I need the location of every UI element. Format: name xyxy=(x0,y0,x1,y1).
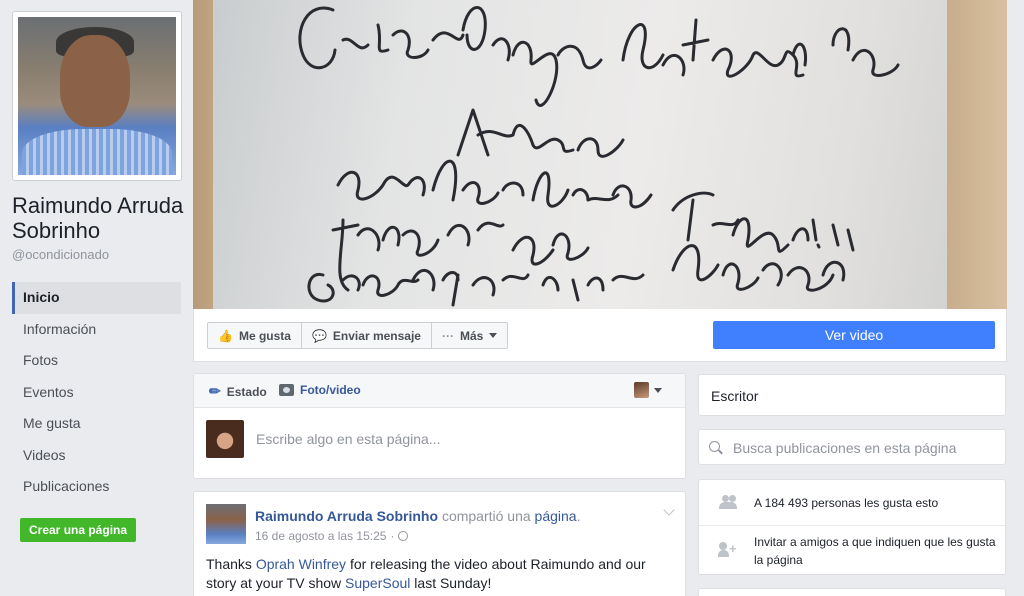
nav-item-inicio[interactable]: Inicio xyxy=(12,282,181,314)
thumbs-up-icon: 👍 xyxy=(218,328,233,343)
invite-friends-label: Invitar a amigos a que indiquen que les … xyxy=(754,535,996,567)
page-handle[interactable]: @ocondicionado xyxy=(12,247,109,262)
tab-status[interactable]: ✏ Estado xyxy=(209,383,267,400)
feed-post: Raimundo Arruda Sobrinho compartió una p… xyxy=(193,491,686,596)
tab-photo-video[interactable]: Foto/video xyxy=(279,383,361,397)
more-button-label: Más xyxy=(459,328,484,343)
more-button[interactable]: ··· Más xyxy=(432,323,507,348)
camera-icon xyxy=(279,384,294,396)
search-icon xyxy=(709,441,720,452)
globe-icon xyxy=(398,531,409,541)
page-title[interactable]: Raimundo Arruda Sobrinho xyxy=(12,193,187,243)
composer-input[interactable]: Escribe algo en esta página... xyxy=(256,431,440,447)
composer-tabs: ✏ Estado Foto/video xyxy=(194,374,685,408)
watch-video-button[interactable]: Ver video xyxy=(713,321,995,349)
create-page-button[interactable]: Crear una página xyxy=(20,518,137,542)
post-timestamp[interactable]: 16 de agosto a las 15:25 xyxy=(255,529,386,543)
post-action-text: compartió una xyxy=(441,508,531,524)
likes-count: A 184 493 personas les gusta esto xyxy=(754,496,939,510)
community-card: A 184 493 personas les gusta esto Invita… xyxy=(698,479,1006,575)
acting-as-avatar[interactable] xyxy=(634,382,649,398)
send-message-button[interactable]: 💬 Enviar mensaje xyxy=(302,323,432,348)
profile-picture[interactable] xyxy=(12,11,182,181)
post-body: Thanks Oprah Winfrey for releasing the v… xyxy=(206,555,676,593)
add-friend-icon xyxy=(718,541,738,558)
page-action-bar: 👍 Me gusta 💬 Enviar mensaje ··· Más Ver … xyxy=(193,309,1007,362)
cover-photo[interactable] xyxy=(193,0,1007,309)
send-message-label: Enviar mensaje xyxy=(332,328,421,343)
avatar xyxy=(206,420,244,458)
message-bubble-icon: 💬 xyxy=(311,328,327,343)
nav-item-videos[interactable]: Videos xyxy=(12,440,181,472)
invite-friends-row[interactable]: Invitar a amigos a que indiquen que les … xyxy=(699,527,1005,576)
post-header: Raimundo Arruda Sobrinho compartió una p… xyxy=(255,508,581,524)
action-button-group: 👍 Me gusta 💬 Enviar mensaje ··· Más xyxy=(207,322,509,349)
next-card xyxy=(698,588,1006,596)
search-posts-box[interactable]: Busca publicaciones en esta página xyxy=(698,429,1006,465)
nav-item-fotos[interactable]: Fotos xyxy=(12,345,181,377)
like-button-label: Me gusta xyxy=(238,328,291,343)
likes-row[interactable]: A 184 493 personas les gusta esto xyxy=(699,480,1005,526)
nav-item-me-gusta[interactable]: Me gusta xyxy=(12,408,181,440)
post-author-link[interactable]: Raimundo Arruda Sobrinho xyxy=(255,508,438,524)
mention-link[interactable]: Oprah Winfrey xyxy=(256,556,346,572)
chevron-down-icon xyxy=(489,333,498,338)
post-text-3: last Sunday! xyxy=(410,575,492,591)
post-object-link[interactable]: página xyxy=(535,508,577,524)
post-author-avatar[interactable] xyxy=(206,504,246,544)
nav-item-informacion[interactable]: Información xyxy=(12,314,181,346)
chevron-down-icon[interactable] xyxy=(654,388,662,393)
left-nav: Inicio Información Fotos Eventos Me gust… xyxy=(12,282,181,503)
pencil-icon: ✏ xyxy=(209,383,221,399)
profile-photo xyxy=(18,17,176,175)
nav-item-publicaciones[interactable]: Publicaciones xyxy=(12,471,181,503)
tab-photo-video-label: Foto/video xyxy=(300,383,361,397)
more-dots-icon: ··· xyxy=(441,328,454,343)
category-card: Escritor xyxy=(698,374,1006,416)
chevron-down-icon[interactable] xyxy=(663,504,675,516)
post-text-1: Thanks xyxy=(206,556,256,572)
mention-link[interactable]: SuperSoul xyxy=(345,575,410,591)
like-button[interactable]: 👍 Me gusta xyxy=(208,323,302,348)
people-icon xyxy=(719,495,737,509)
handwriting-image xyxy=(298,6,900,307)
post-composer: ✏ Estado Foto/video Escribe algo en esta… xyxy=(193,373,686,479)
post-meta: 16 de agosto a las 15:25 · xyxy=(255,529,409,543)
search-input[interactable]: Busca publicaciones en esta página xyxy=(733,440,956,456)
page-category[interactable]: Escritor xyxy=(711,388,758,404)
nav-item-eventos[interactable]: Eventos xyxy=(12,377,181,409)
tab-status-label: Estado xyxy=(226,384,267,399)
